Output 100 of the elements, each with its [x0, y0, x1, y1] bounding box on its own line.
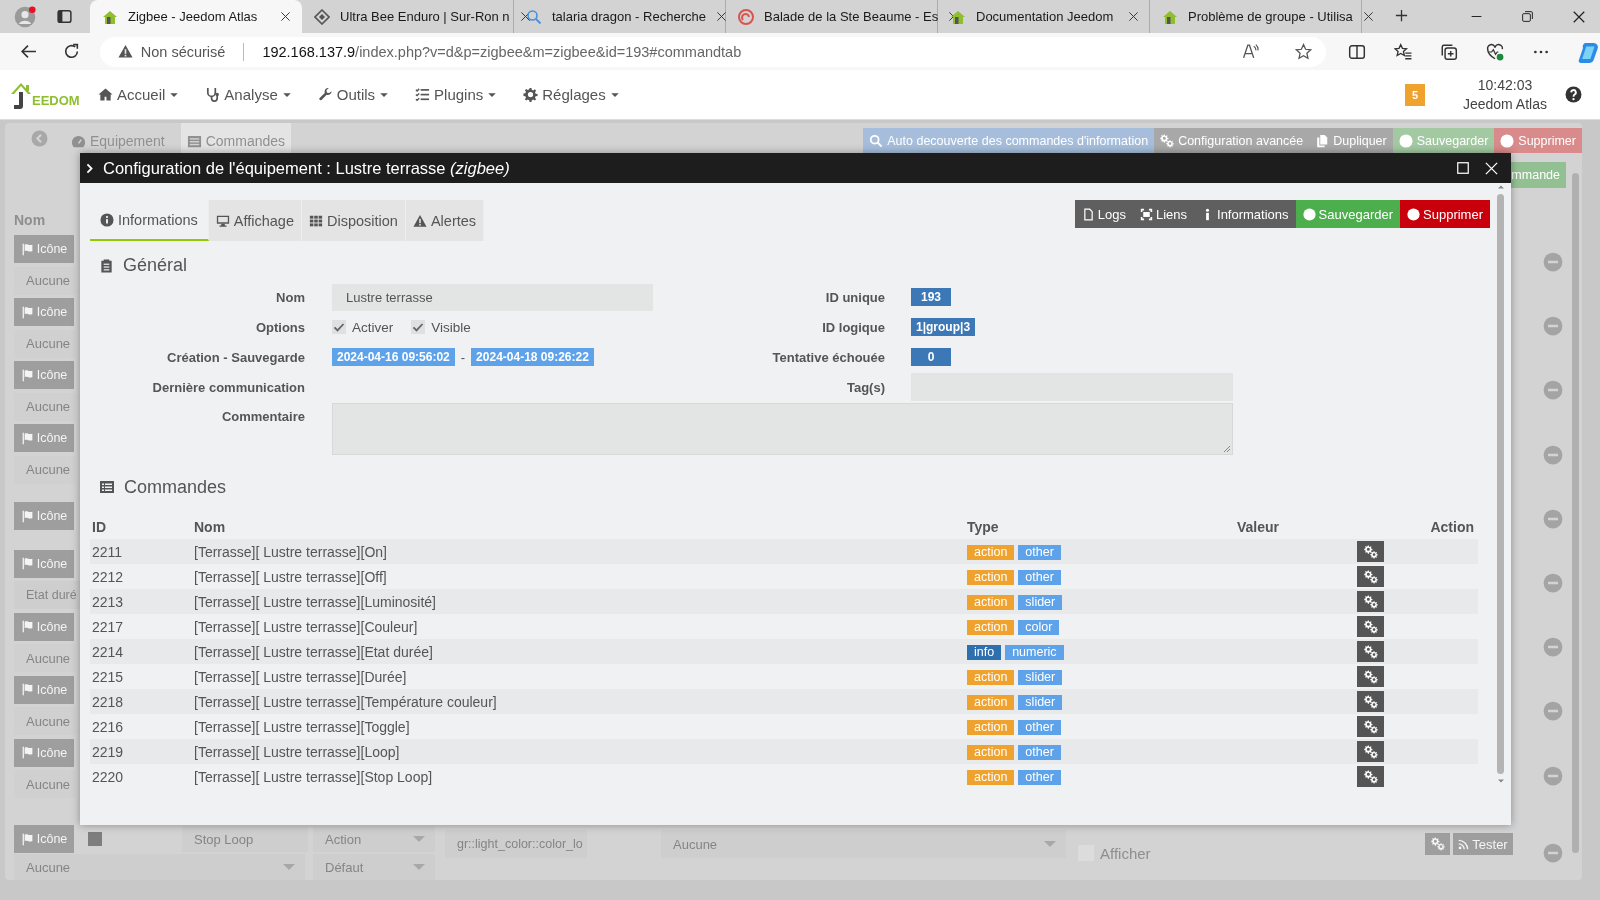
toolbar-button[interactable]: Sauvegarder: [1392, 128, 1495, 153]
dialog-tab[interactable]: Affichage: [208, 200, 302, 241]
nav-menu[interactable]: Plugins: [415, 86, 498, 103]
icon-button[interactable]: Icône: [14, 424, 74, 452]
flag-icon: [20, 305, 34, 319]
toolbar-button[interactable]: Dupliquer: [1309, 128, 1393, 153]
flag-icon: [20, 368, 34, 382]
action-button[interactable]: Informations: [1194, 200, 1296, 228]
id-cell: 2219: [90, 739, 192, 764]
id-cell: 2216: [90, 714, 192, 739]
checkbox[interactable]: [332, 320, 346, 334]
close-icon[interactable]: [519, 11, 531, 22]
close-icon[interactable]: [1572, 9, 1586, 24]
toolbar-button[interactable]: Supprimer: [1494, 128, 1582, 153]
security-label[interactable]: Non sécurisé: [140, 43, 226, 60]
close-icon[interactable]: [280, 11, 291, 22]
nav-menu[interactable]: Outils: [317, 86, 390, 103]
dialog-tab[interactable]: Alertes: [405, 200, 485, 241]
icon-button[interactable]: Icône: [14, 549, 74, 578]
checkbox[interactable]: [88, 832, 102, 846]
heart-icon[interactable]: [1486, 42, 1504, 61]
maximize-icon[interactable]: [1456, 160, 1470, 175]
gears-icon: [1363, 619, 1378, 634]
back-icon[interactable]: [20, 43, 37, 60]
dialog-tab[interactable]: Informations: [90, 200, 209, 241]
check-icon: [333, 321, 345, 333]
dialog-tab[interactable]: Disposition: [302, 200, 406, 241]
address-bar[interactable]: Non sécurisé 192.168.137.9/index.php?v=d&p=zigbee&m=zigbee&id=193#commandtab: [99, 36, 1326, 67]
scroll-down-icon[interactable]: [1496, 777, 1505, 785]
configure-button[interactable]: [1357, 716, 1384, 737]
tab-actions-icon[interactable]: [56, 8, 73, 25]
icon-button[interactable]: Icône: [14, 298, 74, 326]
nav-menu[interactable]: Accueil: [98, 86, 180, 103]
configure-button[interactable]: [1357, 766, 1384, 787]
browser-tab[interactable]: Zigbee - Jeedom Atlas: [90, 0, 302, 33]
close-icon[interactable]: [1128, 11, 1139, 22]
field-label: Nom: [275, 289, 306, 305]
scrollbar[interactable]: [1497, 194, 1504, 774]
configure-button[interactable]: [1357, 641, 1384, 662]
comment-field[interactable]: [332, 403, 1233, 455]
profile-icon[interactable]: [14, 5, 36, 28]
configure-button[interactable]: [1357, 666, 1384, 687]
test-button[interactable]: Tester: [1453, 833, 1513, 855]
action-button[interactable]: Sauvegarder: [1295, 200, 1401, 228]
type-tag: action: [967, 595, 1015, 610]
collections-icon[interactable]: [1440, 42, 1458, 61]
value-field[interactable]: gr::light_color::color_lo: [445, 830, 587, 858]
configure-button[interactable]: [1357, 541, 1384, 562]
close-icon[interactable]: [1362, 11, 1374, 22]
configure-button[interactable]: [1357, 741, 1384, 762]
icon-button[interactable]: Icône: [14, 675, 74, 704]
name-field[interactable]: Lustre terrasse: [332, 283, 653, 311]
notification-badge[interactable]: 5: [1404, 83, 1425, 106]
action-button[interactable]: Logs: [1074, 200, 1133, 228]
id-cell: 2214: [90, 639, 192, 664]
page-tab[interactable]: Commandes: [180, 123, 292, 153]
close-icon[interactable]: [715, 11, 727, 22]
icon-button[interactable]: Icône: [14, 825, 74, 853]
configure-button[interactable]: [1357, 566, 1384, 587]
icon-button[interactable]: Icône: [14, 235, 74, 263]
diamond-icon: [314, 8, 330, 25]
house-icon: [1162, 8, 1178, 25]
nav-menu[interactable]: Réglages: [523, 86, 620, 103]
field-label: ID unique: [824, 289, 886, 305]
action-button[interactable]: Liens: [1132, 200, 1195, 228]
read-aloud-icon[interactable]: [1242, 43, 1259, 60]
toolbar-button[interactable]: Configuration avancée: [1154, 128, 1310, 153]
configure-button[interactable]: [1357, 591, 1384, 612]
page-tab[interactable]: Equipement: [65, 123, 171, 153]
copilot-icon[interactable]: [1578, 40, 1600, 63]
reload-icon[interactable]: [63, 43, 80, 60]
split-screen-icon[interactable]: [1348, 42, 1366, 61]
new-tab-icon[interactable]: [1394, 7, 1409, 23]
column-header: Type: [965, 515, 1235, 539]
resize-handle-icon[interactable]: [1223, 445, 1231, 453]
add-command-button[interactable]: mmande: [1509, 162, 1566, 188]
checkbox[interactable]: [411, 320, 426, 334]
restore-icon[interactable]: [1521, 9, 1534, 23]
list-icon: [99, 479, 115, 495]
icon-button[interactable]: Icône: [14, 612, 74, 641]
stethoscope-icon: [205, 87, 221, 102]
help-icon[interactable]: [1565, 86, 1582, 103]
configure-button[interactable]: [1357, 691, 1384, 712]
configure-button[interactable]: [1357, 616, 1384, 637]
icon-select[interactable]: Aucune: [14, 854, 305, 880]
star-icon[interactable]: [1295, 43, 1312, 60]
type-select[interactable]: Action: [313, 826, 435, 852]
icon-button[interactable]: Icône: [14, 502, 74, 530]
warning-icon: [412, 213, 427, 228]
link-select[interactable]: Aucune: [661, 830, 1066, 858]
scrollbar[interactable]: [1572, 173, 1579, 853]
swirl-icon: [738, 8, 754, 25]
nav-menu[interactable]: Analyse: [205, 86, 292, 103]
subtype-select[interactable]: Défaut: [313, 854, 435, 880]
toolbar-button[interactable]: Auto decouverte des commandes d'information: [863, 128, 1155, 153]
name-field[interactable]: Stop Loop: [182, 826, 308, 852]
favorites-icon[interactable]: [1394, 42, 1412, 61]
icon-button[interactable]: Icône: [14, 361, 74, 389]
icon-button[interactable]: Icône: [14, 738, 74, 767]
action-button[interactable]: Supprimer: [1400, 200, 1490, 228]
